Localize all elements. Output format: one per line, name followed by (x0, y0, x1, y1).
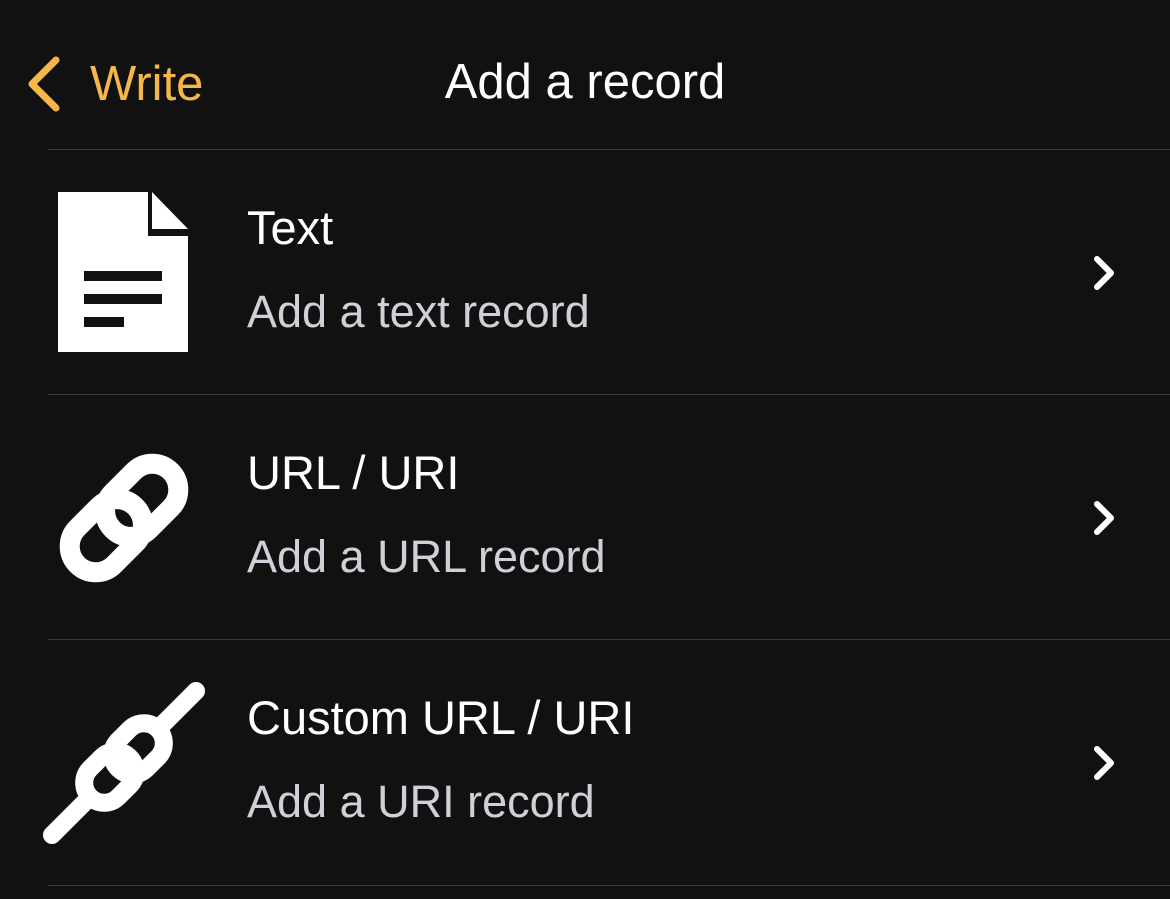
page-title: Add a record (444, 55, 726, 109)
row-subtitle: Add a text record (247, 286, 590, 337)
link-icon (40, 434, 208, 602)
row-subtitle: Add a URI record (247, 776, 595, 827)
row-title: URL / URI (247, 446, 460, 499)
add-record-screen: Write Add a record Text Add a text recor… (0, 0, 1170, 899)
list-bottom-divider (48, 885, 1170, 886)
record-type-list: Text Add a text record URL / URI Add a U… (0, 149, 1170, 886)
record-type-url-row[interactable]: URL / URI Add a URL record (0, 394, 1170, 639)
chevron-right-icon (1090, 745, 1118, 781)
custom-link-icon (40, 679, 208, 847)
row-divider (48, 149, 1170, 150)
row-title: Custom URL / URI (247, 691, 635, 744)
row-divider (48, 639, 1170, 640)
record-type-text-row[interactable]: Text Add a text record (0, 149, 1170, 394)
chevron-right-icon (1090, 500, 1118, 536)
document-icon (40, 189, 208, 357)
row-subtitle: Add a URL record (247, 531, 606, 582)
row-title: Text (247, 201, 334, 254)
chevron-right-icon (1090, 255, 1118, 291)
record-type-custom-url-row[interactable]: Custom URL / URI Add a URI record (0, 639, 1170, 884)
row-divider (48, 394, 1170, 395)
navigation-bar: Write Add a record (0, 0, 1170, 150)
